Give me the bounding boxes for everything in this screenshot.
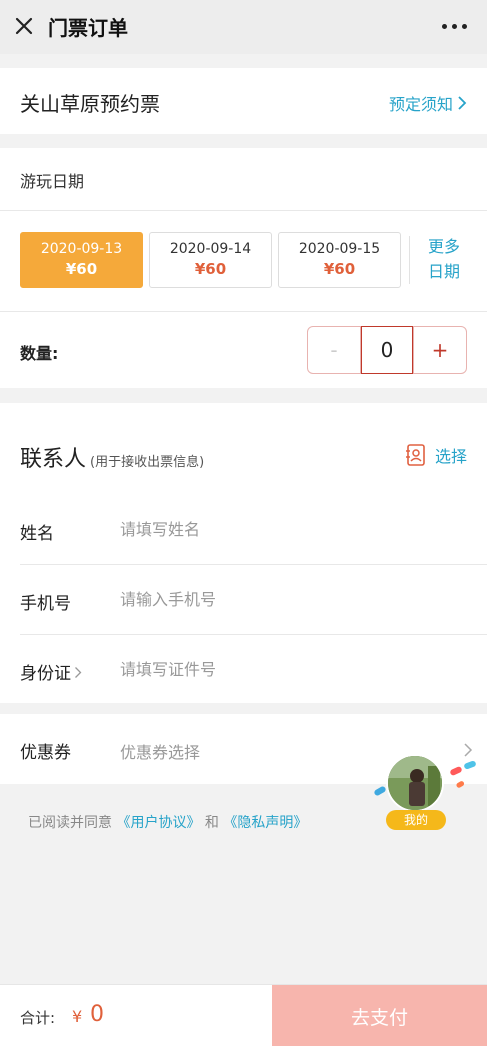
divider xyxy=(409,236,410,284)
order-page: 门票订单 关山草原预约票 预定须知 游玩日期 2020-09-13 ¥60 20… xyxy=(0,0,487,1046)
id-row: 身份证 xyxy=(20,635,487,705)
name-input[interactable] xyxy=(120,513,460,545)
quantity-value[interactable]: 0 xyxy=(361,326,413,374)
phone-row: 手机号 xyxy=(20,565,487,635)
contact-title: 联系人 (用于接收出票信息) xyxy=(20,441,204,473)
date-text: 2020-09-13 xyxy=(40,241,123,257)
booking-notice-label: 预定须知 xyxy=(388,95,453,114)
date-text: 2020-09-14 xyxy=(169,241,252,257)
more-dates-button[interactable]: 更多日期 xyxy=(428,234,468,284)
booking-notice-link[interactable]: 预定须知 xyxy=(389,91,467,115)
id-label: 身份证 xyxy=(20,664,71,684)
decrement-button[interactable]: - xyxy=(307,326,361,374)
chevron-right-icon xyxy=(75,667,82,678)
user-agreement-link[interactable]: 《用户协议》 xyxy=(116,815,200,831)
privacy-link[interactable]: 《隐私声明》 xyxy=(223,815,307,831)
top-bar: 门票订单 xyxy=(0,0,487,54)
coupon-select[interactable]: 优惠券选择 xyxy=(120,739,200,763)
choose-contact-button[interactable]: 选择 xyxy=(405,443,467,467)
contact-card-icon xyxy=(405,444,425,466)
quantity-label: 数量: xyxy=(20,344,59,363)
contact-section: 联系人(用于接收出票信息) 选择 姓名 手机号 身份证 xyxy=(0,403,487,703)
pay-button[interactable]: 去支付 xyxy=(272,985,487,1046)
phone-input[interactable] xyxy=(120,583,460,615)
date-option-3[interactable]: 2020-09-15 ¥60 xyxy=(278,232,401,288)
bottom-bar: 合计: ¥ 0 去支付 xyxy=(0,984,487,1046)
id-type-selector[interactable]: 身份证 xyxy=(20,659,82,684)
total-currency: ¥ xyxy=(72,1007,83,1026)
coupon-label: 优惠券 xyxy=(20,743,71,763)
ticket-card: 关山草原预约票 预定须知 xyxy=(0,68,487,134)
divider xyxy=(0,210,487,211)
avatar xyxy=(386,754,444,812)
total-label: 合计: xyxy=(20,1009,56,1027)
name-row: 姓名 xyxy=(20,495,487,565)
id-number-input[interactable] xyxy=(120,653,460,685)
name-label: 姓名 xyxy=(20,524,54,544)
agreement-prefix: 已阅读并同意 xyxy=(28,815,112,831)
more-dots-icon[interactable] xyxy=(442,24,467,29)
contact-hint: (用于接收出票信息) xyxy=(90,455,205,470)
choose-label: 选择 xyxy=(434,447,467,466)
floating-my-button[interactable]: 我的 xyxy=(372,754,480,834)
agreement-and: 和 xyxy=(204,815,219,831)
total-value: 0 xyxy=(90,1002,104,1027)
increment-button[interactable]: + xyxy=(413,326,467,374)
chevron-right-icon xyxy=(458,96,467,110)
date-price: ¥60 xyxy=(65,260,98,278)
date-text: 2020-09-15 xyxy=(298,241,381,257)
page-title: 门票订单 xyxy=(48,16,128,40)
date-section: 游玩日期 2020-09-13 ¥60 2020-09-14 ¥60 2020-… xyxy=(0,148,487,388)
date-price: ¥60 xyxy=(194,260,227,278)
date-option-1[interactable]: 2020-09-13 ¥60 xyxy=(20,232,143,288)
phone-label: 手机号 xyxy=(20,594,71,614)
divider xyxy=(0,311,487,312)
visit-date-label: 游玩日期 xyxy=(20,172,85,191)
contact-title-text: 联系人 xyxy=(20,447,87,472)
agreement-text: 已阅读并同意 《用户协议》 和 《隐私声明》 xyxy=(28,812,307,832)
date-option-2[interactable]: 2020-09-14 ¥60 xyxy=(149,232,272,288)
close-icon[interactable] xyxy=(12,14,36,38)
date-price: ¥60 xyxy=(323,260,356,278)
ticket-name: 关山草原预约票 xyxy=(20,92,160,116)
my-badge: 我的 xyxy=(386,810,446,830)
quantity-stepper: - 0 + xyxy=(307,326,467,374)
